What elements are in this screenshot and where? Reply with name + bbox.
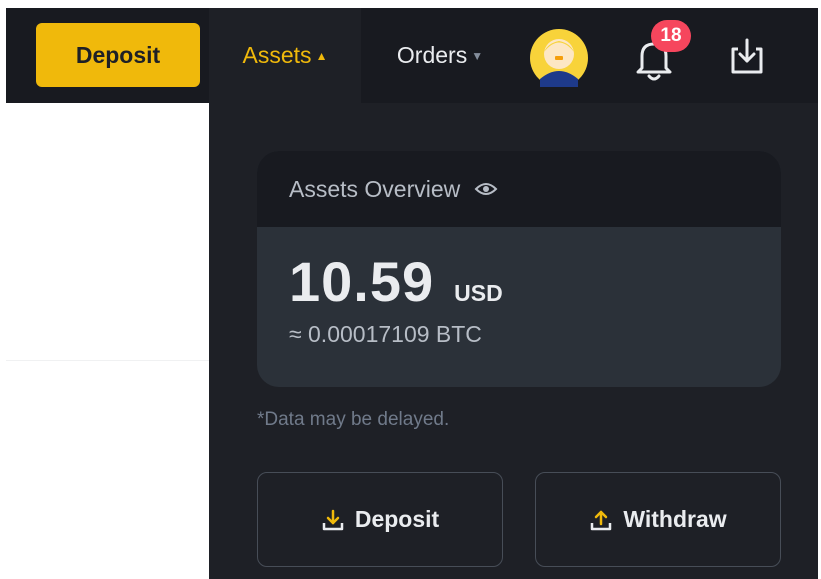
user-avatar[interactable] [530,29,588,87]
assets-overview-card: Assets Overview 10.59 USD ≈ 0.00017109 B… [257,151,781,387]
assets-tab-label: Assets [242,42,312,68]
deposit-icon [322,509,344,530]
download-icon[interactable] [730,37,764,75]
data-delay-note: *Data may be delayed. [257,409,450,430]
assets-menu-tab[interactable]: Assets ▲ [209,8,361,103]
section-divider [6,360,209,361]
orders-tab-label: Orders [396,42,468,68]
dropdown-withdraw-label: Withdraw [623,506,727,532]
deposit-button-label: Deposit [75,41,161,68]
withdraw-icon [591,510,612,530]
balance-unit: USD [454,280,503,306]
caret-up-icon: ▲ [315,48,328,63]
balance-value: 10.59 [289,250,435,313]
deposit-button[interactable]: Deposit [36,23,200,87]
assets-overview-title: Assets Overview [289,175,461,202]
notification-count-badge: 18 [651,20,691,52]
dropdown-deposit-label: Deposit [354,506,440,532]
app-frame: Deposit Assets ▲ Orders ▼ 18 Assets Over… [6,8,818,579]
balance-row: 10.59 USD [289,249,503,314]
dropdown-deposit-button[interactable]: Deposit [257,472,503,567]
assets-dropdown-panel: Assets Overview 10.59 USD ≈ 0.00017109 B… [209,103,818,579]
orders-menu-tab[interactable]: Orders ▼ [366,8,514,103]
caret-down-icon: ▼ [471,48,484,63]
eye-icon[interactable] [474,181,498,197]
btc-equivalent: ≈ 0.00017109 BTC [289,321,482,347]
assets-overview-header: Assets Overview [257,151,781,227]
top-navigation-bar: Deposit Assets ▲ Orders ▼ 18 [6,8,818,103]
page-background-panel [6,103,209,579]
dropdown-withdraw-button[interactable]: Withdraw [535,472,781,567]
